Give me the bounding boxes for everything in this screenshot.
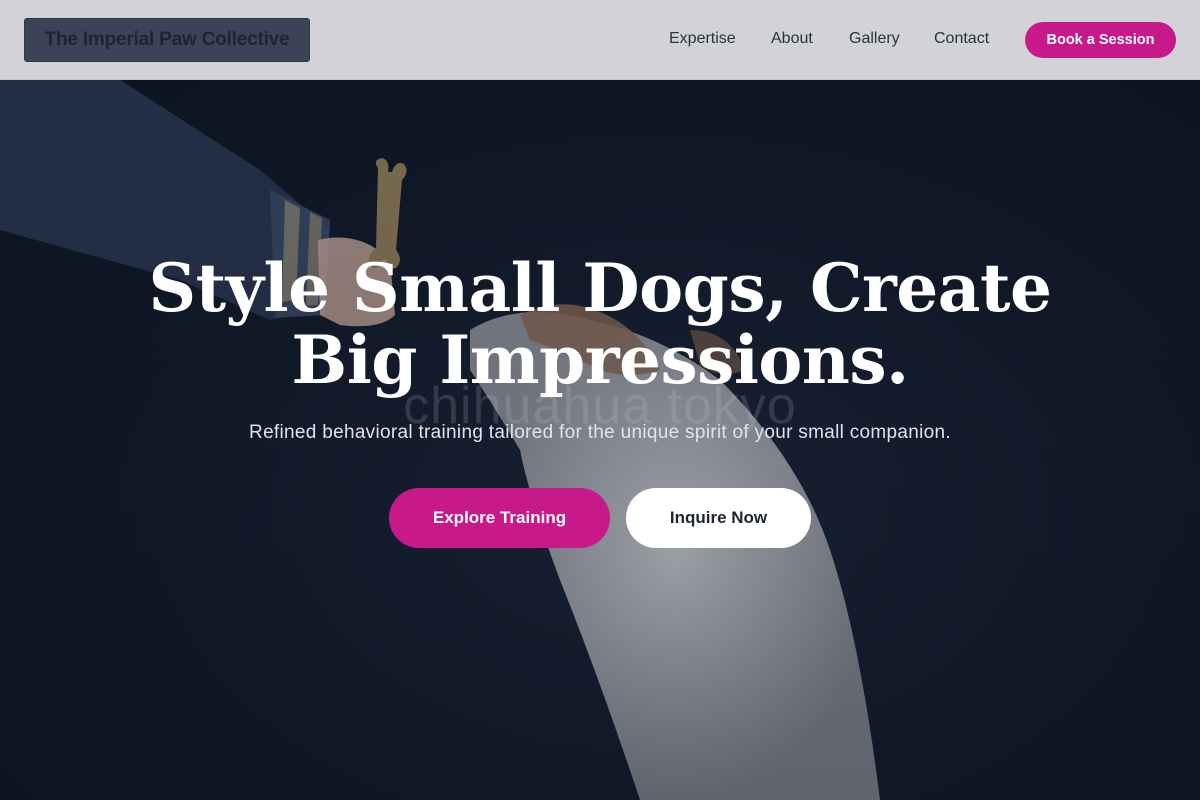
nav-link-about[interactable]: About bbox=[771, 30, 813, 48]
top-navbar: The Imperial Paw Collective Expertise Ab… bbox=[0, 0, 1200, 80]
nav-link-contact[interactable]: Contact bbox=[934, 30, 989, 48]
nav-link-gallery[interactable]: Gallery bbox=[849, 30, 900, 48]
hero-headline: Style Small Dogs, Create Big Impressions… bbox=[100, 252, 1100, 396]
nav-link-expertise[interactable]: Expertise bbox=[669, 30, 736, 48]
explore-training-button[interactable]: Explore Training bbox=[389, 488, 610, 548]
hero-section: chihuahua tokyo Style Small Dogs, Create… bbox=[0, 80, 1200, 800]
hero-headline-line2: Big Impressions. bbox=[291, 321, 909, 399]
hero-headline-line1: Style Small Dogs, Create bbox=[148, 249, 1052, 327]
book-session-button[interactable]: Book a Session bbox=[1025, 22, 1176, 58]
brand-logo[interactable]: The Imperial Paw Collective bbox=[24, 18, 310, 62]
inquire-now-button[interactable]: Inquire Now bbox=[626, 488, 811, 548]
hero-subheadline: Refined behavioral training tailored for… bbox=[249, 422, 951, 443]
hero-content: chihuahua tokyo Style Small Dogs, Create… bbox=[0, 80, 1200, 800]
